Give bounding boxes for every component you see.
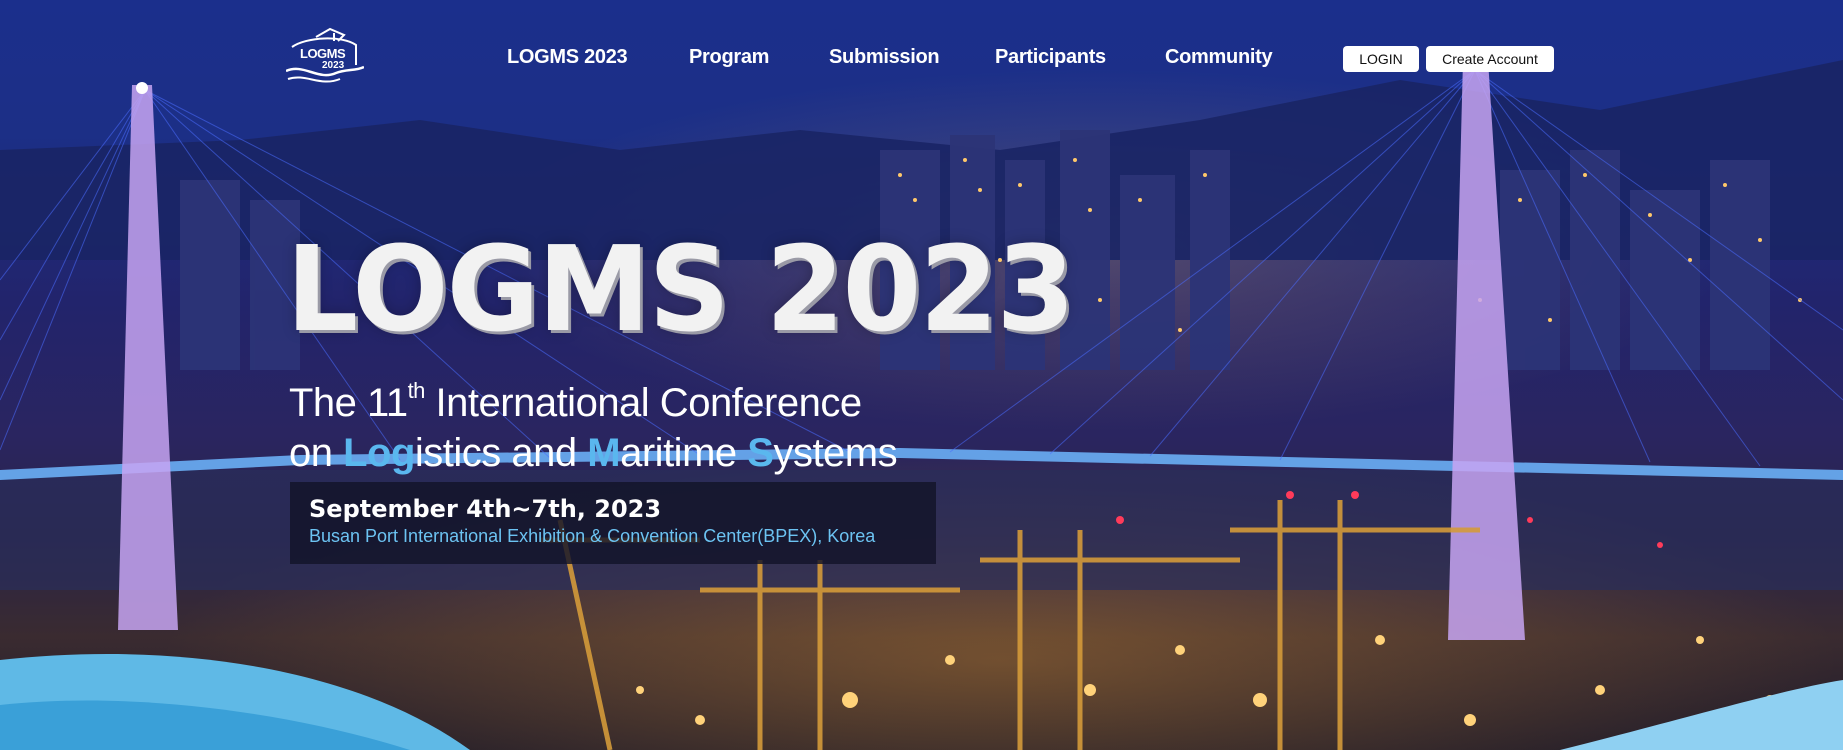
subtitle-text: on (289, 431, 344, 475)
hero-banner: LOGMS 2023 LOGMS 2023 Program Submission… (0, 0, 1843, 750)
subtitle-highlight: Log (343, 431, 415, 475)
conference-subtitle: The 11th International Conference on Log… (289, 366, 898, 478)
login-button[interactable]: LOGIN (1343, 46, 1419, 72)
subtitle-text: aritime (620, 431, 748, 475)
nav-item-participants[interactable]: Participants (995, 46, 1106, 69)
subtitle-highlight: M (587, 431, 621, 475)
logo-year: 2023 (322, 60, 345, 71)
event-venue: Busan Port International Exhibition & Co… (309, 526, 876, 546)
nav-item-logms-2023[interactable]: LOGMS 2023 (507, 46, 628, 69)
subtitle-line-2: on Logistics and Maritime Systems (289, 428, 898, 478)
logms-logo[interactable]: LOGMS 2023 (286, 27, 364, 85)
conference-title: LOGMS 2023 (286, 220, 1075, 358)
subtitle-text: ystems (773, 431, 898, 475)
nav-item-program[interactable]: Program (689, 46, 769, 69)
subtitle-highlight: S (747, 431, 774, 475)
harbor-background-image (0, 57, 1843, 750)
subtitle-text: The 11 (289, 381, 408, 425)
subtitle-text: International Conference (424, 381, 863, 425)
create-account-button[interactable]: Create Account (1426, 46, 1554, 72)
subtitle-text: istics and (414, 431, 588, 475)
nav-item-submission[interactable]: Submission (829, 46, 940, 69)
ordinal-suffix: th (407, 378, 426, 403)
event-info-box: September 4th~7th, 2023 Busan Port Inter… (290, 482, 936, 564)
logo-text: LOGMS (300, 46, 346, 61)
subtitle-line-1: The 11th International Conference (289, 366, 897, 428)
nav-item-community[interactable]: Community (1165, 46, 1273, 69)
event-date: September 4th~7th, 2023 (309, 495, 662, 523)
